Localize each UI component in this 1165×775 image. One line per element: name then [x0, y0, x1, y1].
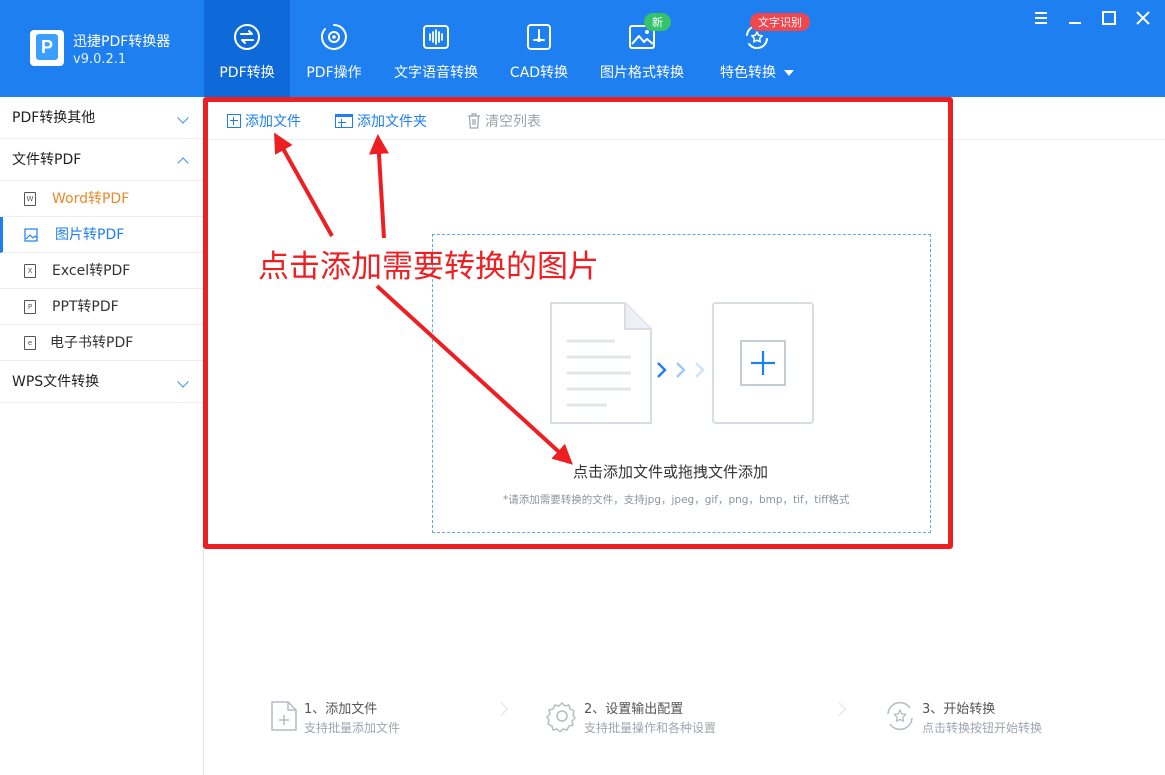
chevron-right-icon [831, 701, 847, 717]
nav-label: CAD转换 [509, 65, 569, 81]
step-desc: 点击转换按钮开始转换 [922, 721, 1043, 735]
ebook-file-icon: e [24, 336, 36, 350]
add-file-label: 添加文件 [245, 114, 301, 130]
add-folder-icon [335, 114, 353, 128]
drop-zone-title: 点击添加文件或拖拽文件添加 [573, 463, 769, 481]
ppt-file-icon: P [24, 300, 36, 314]
nav-label: 特色转换 [700, 62, 814, 82]
nav-label-text: 特色转换 [720, 65, 776, 81]
trash-icon [468, 113, 480, 129]
nav-pdf-operations[interactable]: PDF操作 [290, 0, 378, 97]
nav-text-speech[interactable]: 文字语音转换 [378, 0, 494, 97]
cad-icon [527, 24, 551, 50]
add-folder-label: 添加文件夹 [357, 114, 427, 130]
sidebar-item-label: Word转PDF [52, 191, 130, 207]
document-icon [550, 302, 652, 424]
ocr-badge: 文字识别 [750, 13, 810, 31]
sidebar-group-label: PDF转换其他 [12, 110, 96, 126]
sidebar: PDF转换其他 文件转PDF W Word转PDF 图片转PDF X Excel… [0, 97, 204, 775]
app-logo: P [30, 30, 64, 66]
add-folder-button[interactable]: 添加文件夹 [335, 111, 427, 131]
chevron-right-icon [493, 701, 509, 717]
clear-list-label: 清空列表 [485, 114, 541, 130]
sidebar-item-label: 图片转PDF [55, 227, 125, 243]
sidebar-item-excel-to-pdf[interactable]: X Excel转PDF [0, 253, 203, 289]
step-title: 2、设置输出配置 [584, 702, 684, 717]
chevron-up-icon [177, 157, 189, 169]
arrows-icon [657, 362, 705, 378]
add-target-icon [712, 302, 814, 424]
annotation-text: 点击添加需要转换的图片 [258, 249, 599, 285]
file-toolbar: 添加文件 添加文件夹 清空列表 [206, 100, 1165, 140]
sidebar-item-word-to-pdf[interactable]: W Word转PDF [0, 181, 203, 217]
sidebar-item-ebook-to-pdf[interactable]: e 电子书转PDF [0, 325, 203, 361]
nav-label: 文字语音转换 [394, 65, 478, 81]
sidebar-group-label: 文件转PDF [12, 152, 82, 168]
gear-circle-icon [320, 24, 347, 50]
new-badge: 新 [644, 13, 671, 31]
chevron-down-icon [784, 70, 794, 76]
minimize-icon[interactable] [1067, 10, 1083, 26]
app-version: v9.0.2.1 [73, 52, 127, 67]
clear-list-button[interactable]: 清空列表 [467, 111, 541, 131]
add-file-icon [227, 114, 241, 128]
chevron-down-icon [177, 376, 189, 388]
swap-circle-icon [234, 24, 260, 50]
step-title: 3、开始转换 [922, 702, 996, 717]
sidebar-item-label: Excel转PDF [52, 263, 131, 279]
step-desc: 支持批量操作和各种设置 [584, 721, 717, 735]
word-file-icon: W [24, 192, 36, 206]
step-title: 1、添加文件 [304, 702, 378, 717]
chevron-down-icon [177, 112, 189, 124]
sidebar-group-wps[interactable]: WPS文件转换 [0, 361, 203, 403]
star-refresh-icon [887, 701, 913, 731]
add-file-icon [271, 701, 297, 731]
sidebar-item-label: 电子书转PDF [50, 335, 134, 351]
nav-special-convert[interactable]: 特色转换 文字识别 [700, 0, 814, 97]
sidebar-item-image-to-pdf[interactable]: 图片转PDF [0, 217, 203, 253]
close-icon[interactable] [1135, 10, 1151, 26]
nav-label: PDF操作 [306, 65, 362, 81]
app-header: P 迅捷PDF转换器 v9.0.2.1 PDF转换 PDF操作 文字语音转换 C… [0, 0, 1165, 97]
top-nav: PDF转换 PDF操作 文字语音转换 CAD转换 图片格式转换 新 特色转换 文… [204, 0, 814, 97]
step-desc: 支持批量添加文件 [304, 721, 401, 735]
nav-cad[interactable]: CAD转换 [494, 0, 584, 97]
menu-icon[interactable] [1033, 10, 1049, 26]
nav-image-format[interactable]: 图片格式转换 新 [584, 0, 700, 97]
nav-label: PDF转换 [219, 65, 275, 81]
add-file-button[interactable]: 添加文件 [227, 111, 301, 131]
sidebar-item-ppt-to-pdf[interactable]: P PPT转PDF [0, 289, 203, 325]
maximize-icon[interactable] [1101, 10, 1117, 26]
image-file-icon [24, 228, 38, 242]
window-controls [1033, 10, 1151, 26]
excel-file-icon: X [24, 264, 36, 278]
nav-label: 图片格式转换 [600, 65, 684, 81]
sidebar-group-file-to-pdf[interactable]: 文件转PDF [0, 139, 203, 181]
sidebar-item-label: PPT转PDF [52, 299, 119, 315]
sidebar-group-pdf-other[interactable]: PDF转换其他 [0, 97, 203, 139]
sidebar-group-label: WPS文件转换 [12, 374, 100, 390]
audio-wave-icon [423, 25, 449, 49]
gear-icon [546, 702, 576, 732]
nav-pdf-convert[interactable]: PDF转换 [204, 0, 290, 97]
app-name: 迅捷PDF转换器 [73, 34, 171, 50]
drop-zone-hint: *请添加需要转换的文件，支持jpg，jpeg，gif，png，bmp，tif，t… [503, 494, 850, 506]
